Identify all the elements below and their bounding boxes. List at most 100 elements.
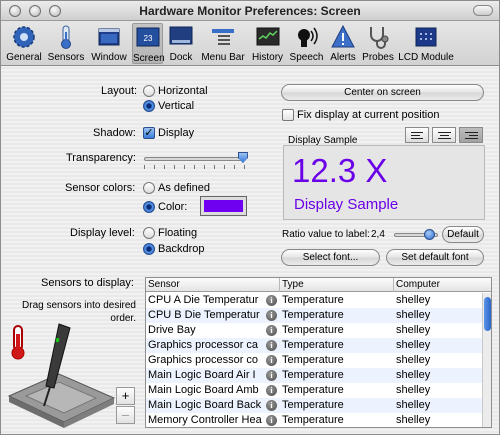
table-row[interactable]: Main Logic Board Back i Temperature shelley (146, 398, 482, 413)
color-swatch (204, 200, 243, 212)
column-header-computer[interactable]: Computer (394, 278, 491, 292)
level-backdrop-label[interactable]: Backdrop (158, 243, 204, 255)
shadow-label: Shadow: (93, 127, 136, 139)
gear-icon (13, 26, 35, 48)
info-icon[interactable]: i (266, 295, 277, 306)
tab-lcd-module-label: LCD Module (398, 52, 454, 63)
transparency-slider-knob[interactable] (237, 152, 248, 163)
align-left-button[interactable] (405, 127, 429, 143)
cell-sensor: Main Logic Board Air I (148, 369, 256, 381)
table-row[interactable]: Main Logic Board Air I i Temperature shelle… (146, 368, 482, 383)
info-icon[interactable]: i (266, 385, 277, 396)
level-backdrop-radio[interactable] (143, 243, 155, 255)
thermometer-icon (61, 25, 71, 49)
default-ratio-button[interactable]: Default (442, 226, 484, 243)
tab-screen[interactable]: 23 Screen (132, 23, 165, 64)
layout-horizontal-radio[interactable] (143, 85, 155, 97)
tab-speech[interactable]: Speech (288, 23, 325, 64)
layout-vertical-label[interactable]: Vertical (158, 100, 194, 112)
cell-computer: shelley (396, 294, 431, 306)
cell-type: Temperature (282, 294, 344, 306)
layout-label: Layout: (101, 85, 138, 97)
tab-window[interactable]: Window (89, 23, 129, 64)
cell-computer: shelley (396, 309, 431, 321)
colors-custom-label[interactable]: Color: (158, 201, 187, 213)
layout-vertical-radio[interactable] (143, 100, 155, 112)
ratio-value: 2,4 (371, 229, 385, 240)
tab-history[interactable]: History (249, 23, 286, 64)
column-header-type[interactable]: Type (280, 278, 394, 292)
screen-icon-badge: 23 (143, 34, 152, 43)
cell-sensor: Graphics processor co (148, 354, 259, 366)
tab-sensors-label: Sensors (47, 52, 85, 63)
cell-computer: shelley (396, 354, 431, 366)
colors-as-defined-radio[interactable] (143, 182, 155, 194)
colors-as-defined-label[interactable]: As defined (158, 182, 210, 194)
display-sample-preview: 12.3 X Display Sample (283, 145, 485, 220)
cell-sensor: Memory Controller Hea (148, 414, 262, 426)
table-row[interactable]: Graphics processor ca i Temperature shelley (146, 338, 482, 353)
table-row[interactable]: CPU B Die Temperatur i Temperature shelley (146, 308, 482, 323)
table-row[interactable]: CPU A Die Temperatur i Temperature shelley (146, 293, 482, 308)
tab-probes[interactable]: Probes (361, 23, 395, 64)
info-icon[interactable]: i (266, 370, 277, 381)
toolbar-toggle-button[interactable] (473, 5, 493, 16)
cell-computer: shelley (396, 339, 431, 351)
align-right-button[interactable] (459, 127, 483, 143)
dock-icon (169, 26, 193, 45)
cell-type: Temperature (282, 384, 344, 396)
add-sensor-button[interactable]: + (116, 387, 135, 405)
display-sample-value: 12.3 X (292, 152, 388, 189)
cell-type: Temperature (282, 414, 344, 426)
info-icon[interactable]: i (266, 340, 277, 351)
table-row[interactable]: Main Logic Board Amb i Temperature shelley (146, 383, 482, 398)
info-icon[interactable]: i (266, 415, 277, 426)
align-center-button[interactable] (432, 127, 456, 143)
shadow-display-label[interactable]: Display (158, 127, 194, 139)
center-on-screen-button[interactable]: Center on screen (281, 84, 484, 101)
sensors-table[interactable]: Sensor Type Computer CPU A Die Temperatu… (145, 277, 492, 428)
table-row[interactable]: Drive Bay i Temperature shelley (146, 323, 482, 338)
tab-menu-bar[interactable]: Menu Bar (199, 23, 247, 64)
transparency-ticks (144, 165, 246, 170)
cell-computer: shelley (396, 384, 431, 396)
cell-computer: shelley (396, 369, 431, 381)
table-row[interactable]: Memory Controller Hea i Temperature shelley (146, 413, 482, 427)
fix-display-label[interactable]: Fix display at current position (297, 109, 439, 121)
tab-lcd-module[interactable]: LCD Module (397, 23, 455, 64)
cell-type: Temperature (282, 309, 344, 321)
display-sample-label: Display Sample (294, 196, 399, 213)
tab-dock[interactable]: Dock (165, 23, 197, 64)
set-default-font-button[interactable]: Set default font (386, 249, 484, 266)
preferences-window: Hardware Monitor Preferences: Screen Gen… (0, 0, 500, 435)
level-floating-radio[interactable] (143, 227, 155, 239)
remove-sensor-button[interactable]: – (116, 406, 135, 424)
colors-custom-radio[interactable] (143, 201, 155, 213)
title-bar[interactable]: Hardware Monitor Preferences: Screen (1, 1, 499, 21)
info-icon[interactable]: i (266, 325, 277, 336)
table-row[interactable]: Graphics processor co i Temperature shelley (146, 353, 482, 368)
tab-sensors[interactable]: Sensors (47, 23, 85, 64)
info-icon[interactable]: i (266, 400, 277, 411)
shadow-display-checkbox[interactable]: ✓ (143, 127, 155, 139)
sensors-table-body: CPU A Die Temperatur i Temperature shelley C… (146, 293, 482, 427)
tab-history-label: History (251, 52, 284, 63)
sensors-table-header: Sensor Type Computer (146, 278, 491, 292)
chip-icon (7, 373, 116, 428)
tab-general[interactable]: General (5, 23, 43, 64)
info-icon[interactable]: i (266, 355, 277, 366)
select-font-button[interactable]: Select font... (281, 249, 380, 266)
transparency-slider[interactable] (144, 157, 246, 161)
table-scrollbar-thumb[interactable] (484, 297, 491, 331)
level-floating-label[interactable]: Floating (158, 227, 197, 239)
fix-display-checkbox[interactable] (282, 109, 294, 121)
color-well[interactable] (200, 196, 247, 216)
layout-horizontal-label[interactable]: Horizontal (158, 85, 208, 97)
table-scrollbar[interactable] (482, 293, 491, 427)
tab-alerts[interactable]: Alerts (327, 23, 359, 64)
info-icon[interactable]: i (266, 310, 277, 321)
toolbar: General Sensors Window 23 Screen Dock Me… (1, 21, 499, 66)
cell-sensor: Drive Bay (148, 324, 196, 336)
column-header-sensor[interactable]: Sensor (146, 278, 280, 292)
ratio-slider-knob[interactable] (424, 229, 436, 240)
